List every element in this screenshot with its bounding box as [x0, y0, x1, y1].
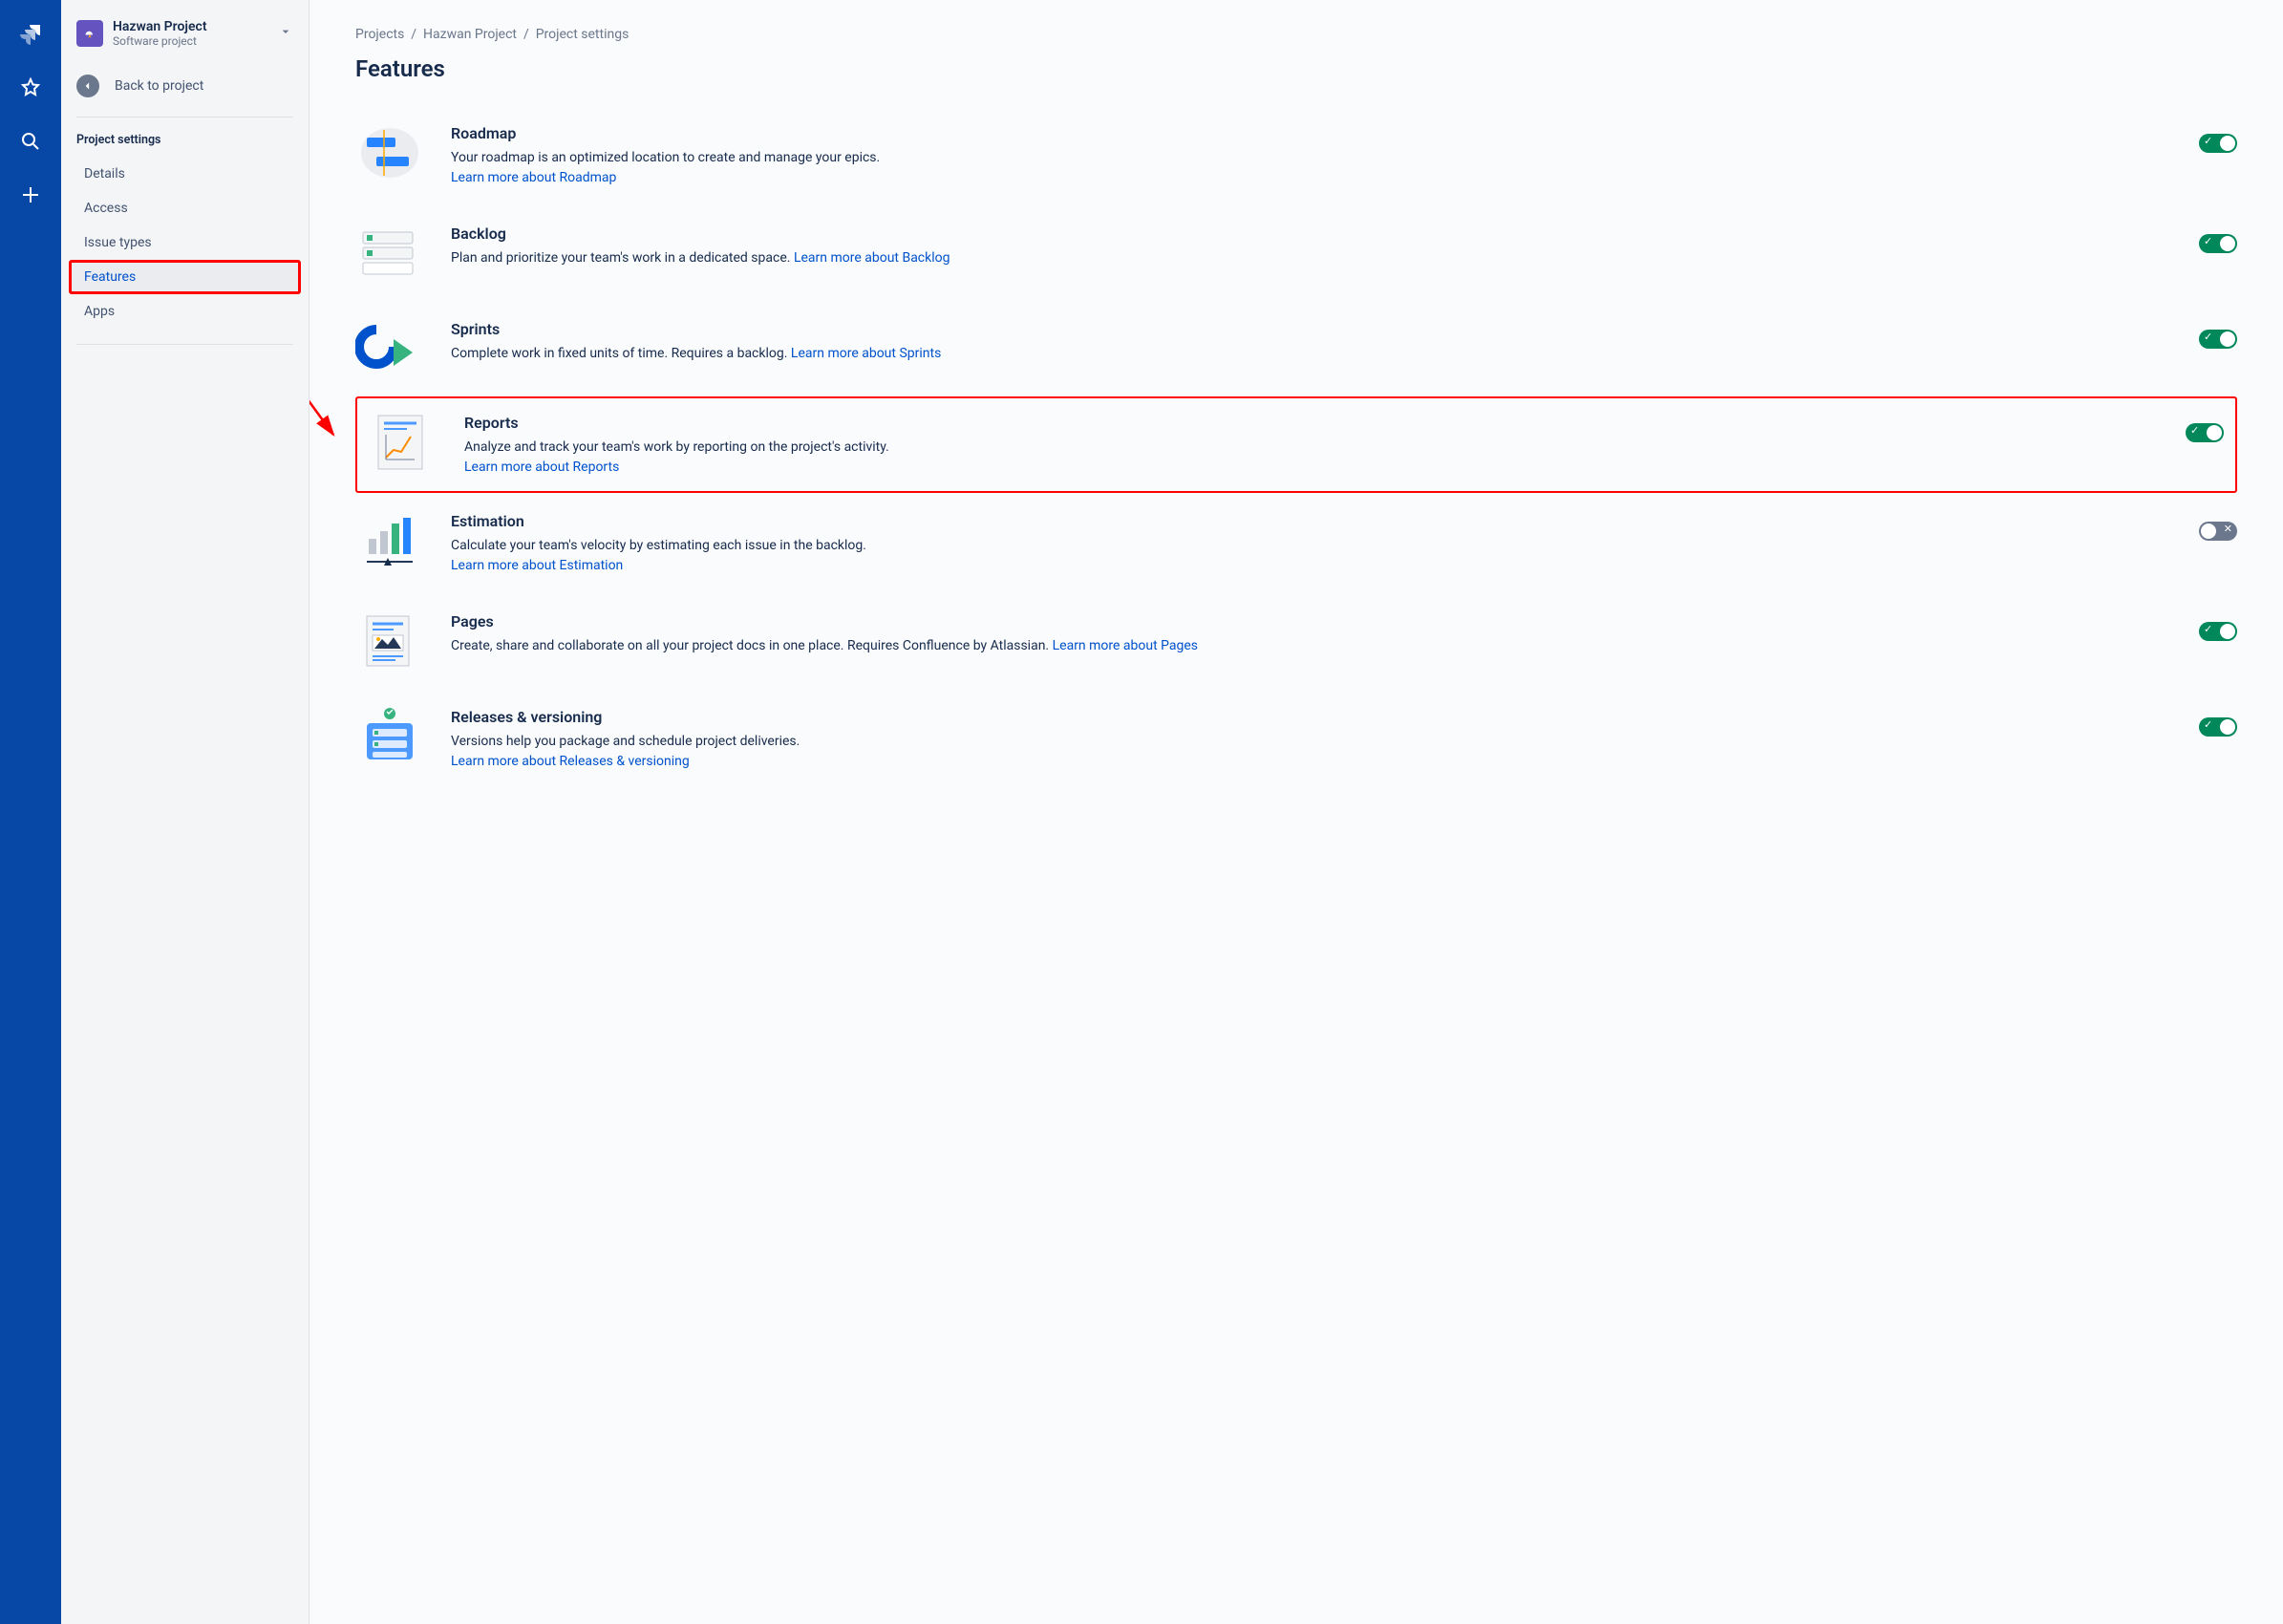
section-title: Project settings: [61, 133, 309, 157]
feature-learn-more-link[interactable]: Learn more about Backlog: [794, 250, 950, 266]
project-avatar-icon: [76, 20, 103, 47]
create-icon[interactable]: [15, 180, 46, 210]
feature-toggle-sprints[interactable]: [2199, 330, 2237, 349]
feature-learn-more-link[interactable]: Learn more about Estimation: [451, 558, 623, 573]
project-name: Hazwan Project: [113, 19, 278, 34]
breadcrumb: Projects / Hazwan Project / Project sett…: [355, 27, 2237, 42]
feature-toggle-backlog[interactable]: [2199, 234, 2237, 253]
sidebar-item-issue-types[interactable]: Issue types: [69, 225, 301, 260]
feature-description: Your roadmap is an optimized location to…: [451, 150, 880, 165]
divider: [76, 344, 293, 345]
feature-learn-more-link[interactable]: Learn more about Sprints: [791, 346, 941, 361]
page-title: Features: [355, 55, 2237, 82]
project-switcher[interactable]: Hazwan Project Software project: [61, 19, 309, 67]
estimation-icon: [355, 510, 424, 571]
feature-title: Reports: [464, 414, 2159, 432]
backlog-icon: [355, 223, 424, 284]
roadmap-icon: [355, 122, 424, 183]
sidebar-item-label: Access: [84, 201, 128, 216]
chevron-down-icon: [278, 24, 293, 43]
feature-description: Plan and prioritize your team's work in …: [451, 250, 790, 266]
sidebar-item-label: Details: [84, 166, 125, 182]
pages-icon: [355, 610, 424, 672]
breadcrumb-project-name[interactable]: Hazwan Project: [423, 27, 517, 42]
sidebar-item-label: Apps: [84, 304, 115, 319]
sidebar-item-access[interactable]: Access: [69, 191, 301, 225]
feature-learn-more-link[interactable]: Learn more about Reports: [464, 459, 619, 475]
back-to-project-link[interactable]: Back to project: [61, 67, 309, 117]
feature-title: Sprints: [451, 320, 2172, 338]
feature-toggle-releases[interactable]: [2199, 717, 2237, 737]
sidebar-item-label: Features: [84, 269, 136, 285]
feature-description: Analyze and track your team's work by re…: [464, 439, 889, 455]
feature-toggle-reports[interactable]: [2186, 423, 2224, 442]
feature-description: Create, share and collaborate on all you…: [451, 638, 1049, 653]
feature-description: Calculate your team's velocity by estima…: [451, 538, 866, 553]
feature-toggle-roadmap[interactable]: [2199, 134, 2237, 153]
feature-estimation: Estimation Calculate your team's velocit…: [355, 493, 2237, 593]
feature-learn-more-link[interactable]: Learn more about Pages: [1053, 638, 1198, 653]
back-arrow-icon: [76, 75, 99, 97]
feature-backlog: Backlog Plan and prioritize your team's …: [355, 205, 2237, 301]
divider: [76, 117, 293, 118]
search-icon[interactable]: [15, 126, 46, 157]
feature-title: Estimation: [451, 512, 2172, 530]
project-subtitle: Software project: [113, 34, 278, 48]
reports-icon: [369, 412, 437, 473]
jira-logo-icon[interactable]: [15, 19, 46, 50]
feature-learn-more-link[interactable]: Learn more about Releases & versioning: [451, 754, 690, 769]
back-label: Back to project: [115, 78, 203, 94]
feature-toggle-pages[interactable]: [2199, 622, 2237, 641]
breadcrumb-projects[interactable]: Projects: [355, 27, 404, 42]
highlight-annotation: Reports Analyze and track your team's wo…: [355, 396, 2237, 493]
sidebar-item-details[interactable]: Details: [69, 157, 301, 191]
sidebar-item-apps[interactable]: Apps: [69, 294, 301, 329]
feature-roadmap: Roadmap Your roadmap is an optimized loc…: [355, 105, 2237, 205]
feature-reports: Reports Analyze and track your team's wo…: [369, 406, 2224, 483]
releases-icon: [355, 706, 424, 767]
annotation-arrow-icon: [309, 310, 348, 454]
feature-toggle-estimation[interactable]: [2199, 522, 2237, 541]
project-sidebar: Hazwan Project Software project Back to …: [61, 0, 309, 1624]
sidebar-item-features[interactable]: Features: [69, 260, 301, 294]
feature-releases: Releases & versioning Versions help you …: [355, 689, 2237, 789]
feature-title: Backlog: [451, 224, 2172, 243]
global-nav-rail: [0, 0, 61, 1624]
feature-description: Complete work in fixed units of time. Re…: [451, 346, 787, 361]
feature-pages: Pages Create, share and collaborate on a…: [355, 593, 2237, 689]
feature-title: Pages: [451, 612, 2172, 630]
main-content: Projects / Hazwan Project / Project sett…: [309, 0, 2283, 1624]
sidebar-item-label: Issue types: [84, 235, 152, 250]
feature-learn-more-link[interactable]: Learn more about Roadmap: [451, 170, 616, 185]
feature-title: Releases & versioning: [451, 708, 2172, 726]
sprints-icon: [355, 318, 424, 379]
feature-sprints: Sprints Complete work in fixed units of …: [355, 301, 2237, 396]
breadcrumb-project-settings[interactable]: Project settings: [536, 27, 629, 42]
feature-title: Roadmap: [451, 124, 2172, 142]
star-icon[interactable]: [15, 73, 46, 103]
feature-description: Versions help you package and schedule p…: [451, 734, 800, 749]
